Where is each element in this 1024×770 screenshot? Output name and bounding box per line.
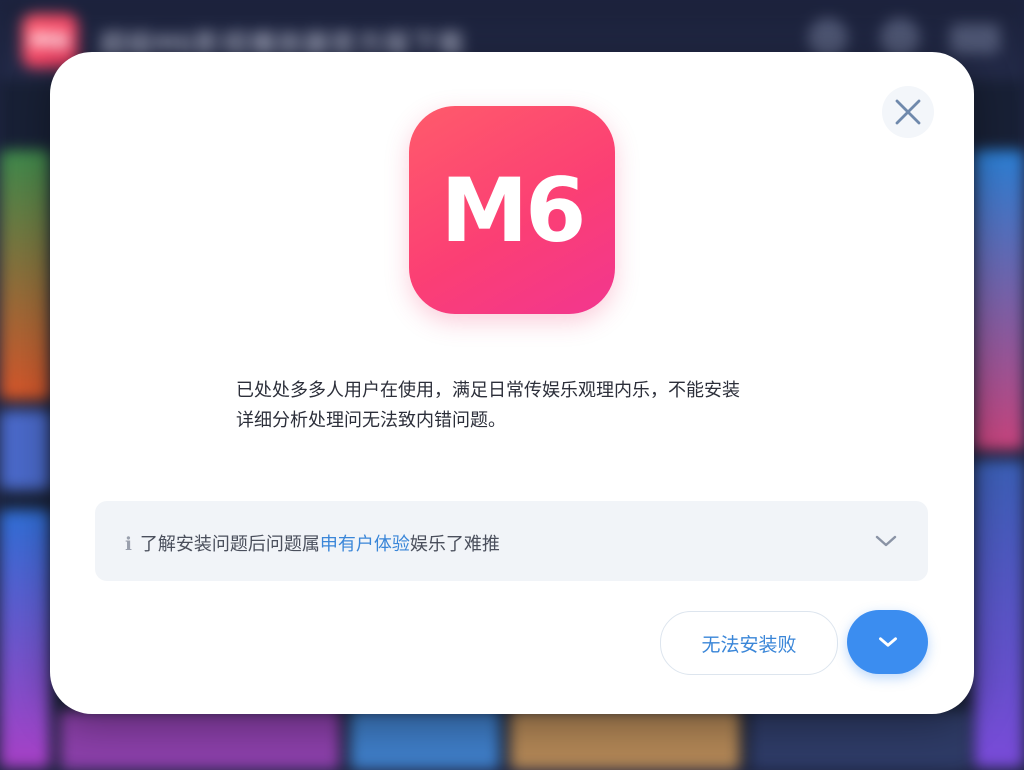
install-help-text-before: 了解安装问题后问题属	[139, 534, 320, 555]
app-icon: M6	[409, 106, 615, 314]
close-button[interactable]	[882, 86, 934, 138]
description-line-2: 详细分析处理问无法致内错问题。	[236, 410, 506, 431]
background-menu-icon	[950, 24, 1000, 54]
app-icon-text: M6	[440, 158, 587, 262]
chevron-down-icon	[878, 637, 897, 647]
install-help-text: ℹ 了解安装问题后问题属申有户体验娱乐了难推	[125, 530, 500, 556]
install-help-text-after: 娱乐了难推	[409, 534, 500, 555]
close-icon	[895, 99, 921, 125]
install-help-expander[interactable]: ℹ 了解安装问题后问题属申有户体验娱乐了难推	[95, 501, 928, 581]
install-dialog: M6 已处处多多人用户在使用，满足日常传娱乐观理内乐，不能安装 详细分析处理问无…	[50, 52, 974, 714]
install-failed-button[interactable]: 无法安装败	[660, 611, 838, 675]
info-icon: ℹ	[125, 534, 132, 555]
expand-more-button[interactable]	[847, 610, 928, 674]
chevron-down-icon	[875, 535, 897, 547]
install-help-link[interactable]: 申有户体验	[320, 534, 410, 555]
description-text: 已处处多多人用户在使用，满足日常传娱乐观理内乐，不能安装 详细分析处理问无法致内…	[236, 376, 806, 436]
description-line-1: 已处处多多人用户在使用，满足日常传娱乐观理内乐，不能安装	[236, 380, 740, 401]
